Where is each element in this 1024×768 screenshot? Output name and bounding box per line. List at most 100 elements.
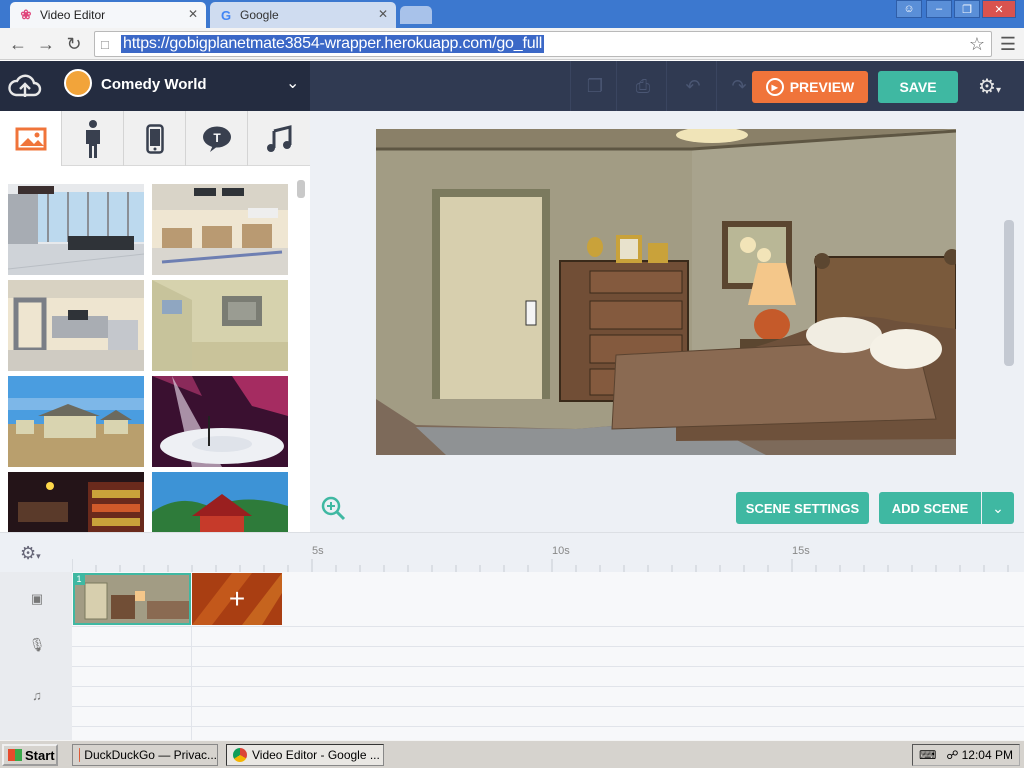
stage-scrollbar[interactable] bbox=[1004, 120, 1014, 530]
taskbar-item[interactable]: DuckDuckGo — Privac... bbox=[72, 744, 218, 766]
address-bar[interactable]: □ https://gobigplanetmate3854-wrapper.he… bbox=[94, 31, 992, 57]
network-icon[interactable]: ☍ bbox=[946, 748, 958, 762]
tick-label: 15s bbox=[792, 545, 810, 557]
tab-props[interactable] bbox=[124, 111, 186, 166]
track-divider bbox=[72, 646, 1024, 647]
timeline-tracks: ▣ 🎙 ♫ 1 + bbox=[0, 572, 1024, 740]
track-divider bbox=[72, 726, 1024, 727]
redo-icon[interactable]: ↷ bbox=[726, 73, 752, 99]
add-scene-button[interactable]: ADD SCENE bbox=[879, 492, 981, 524]
start-button[interactable]: Start bbox=[2, 744, 58, 766]
library-scrollbar[interactable] bbox=[296, 180, 306, 530]
paste-icon[interactable]: ⎙ bbox=[630, 73, 656, 99]
character-icon bbox=[85, 119, 100, 158]
music-icon bbox=[267, 124, 292, 152]
track-divider bbox=[191, 626, 192, 740]
save-button[interactable]: SAVE bbox=[878, 71, 958, 103]
back-icon[interactable]: ← bbox=[6, 32, 30, 56]
forward-icon[interactable]: → bbox=[34, 32, 58, 56]
time-ruler[interactable] bbox=[72, 533, 1024, 573]
copy-icon[interactable]: ❐ bbox=[582, 73, 608, 99]
tab-video-editor[interactable]: ❀ Video Editor ✕ bbox=[10, 2, 206, 28]
music-icon: ♫ bbox=[32, 687, 42, 703]
close-tab-icon[interactable]: ✕ bbox=[378, 7, 388, 21]
background-thumbnail[interactable] bbox=[152, 280, 288, 371]
zoom-in-icon[interactable] bbox=[320, 495, 346, 521]
minimize-icon[interactable]: – bbox=[926, 0, 952, 18]
background-thumbnail[interactable] bbox=[152, 184, 288, 275]
tick-label: 5s bbox=[312, 545, 324, 557]
video-editor-favicon: ❀ bbox=[20, 7, 32, 22]
tab-backgrounds[interactable] bbox=[0, 111, 62, 166]
track-divider bbox=[72, 666, 1024, 667]
settings-gear-icon[interactable]: ⚙▾ bbox=[978, 74, 1001, 99]
browser-menu-icon[interactable]: ☰ bbox=[1000, 34, 1016, 55]
character-avatar-icon[interactable] bbox=[64, 69, 92, 97]
taskbar-item-label: Video Editor - Google ... bbox=[252, 748, 380, 762]
preview-label: PREVIEW bbox=[789, 79, 855, 95]
backgrounds-grid bbox=[0, 166, 310, 532]
phone-icon bbox=[145, 123, 164, 154]
track-divider bbox=[72, 706, 1024, 707]
tab-characters[interactable] bbox=[62, 111, 124, 166]
keyboard-icon[interactable]: ⌨ bbox=[919, 748, 936, 762]
start-label: Start bbox=[25, 747, 55, 763]
plus-icon: + bbox=[228, 583, 246, 614]
os-taskbar: Start DuckDuckGo — Privac... Video Edito… bbox=[0, 740, 1024, 768]
taskbar-item-active[interactable]: Video Editor - Google ... bbox=[226, 744, 384, 766]
text-bubble-icon: T bbox=[202, 126, 231, 152]
clock[interactable]: 12:04 PM bbox=[962, 748, 1013, 762]
background-thumbnail[interactable] bbox=[8, 280, 144, 371]
user-icon[interactable]: ☺ bbox=[896, 0, 922, 18]
background-thumbnail[interactable] bbox=[8, 472, 144, 532]
track-divider bbox=[72, 686, 1024, 687]
scene-settings-button[interactable]: SCENE SETTINGS bbox=[736, 492, 869, 524]
google-favicon: G bbox=[220, 7, 232, 23]
camera-icon: ▣ bbox=[30, 591, 44, 606]
background-thumbnail[interactable] bbox=[152, 376, 288, 467]
system-tray: ⌨ ☍ 12:04 PM bbox=[912, 744, 1020, 766]
divider bbox=[716, 61, 717, 111]
tab-title: Video Editor bbox=[40, 8, 106, 22]
background-thumbnail[interactable] bbox=[152, 472, 288, 532]
project-header: Comedy World ⌄ bbox=[0, 61, 310, 111]
scene-canvas[interactable] bbox=[376, 129, 956, 455]
editor-topbar: Comedy World ⌄ ❐ ⎙ ↶ ↷ ▶ PREVIEW SAVE ⚙▾ bbox=[0, 61, 1024, 111]
timeline-header: ⚙▾ 5s 10s 15s bbox=[0, 532, 1024, 573]
divider bbox=[570, 61, 571, 111]
cloud-upload-icon[interactable] bbox=[8, 71, 42, 101]
scene-number-badge: 1 bbox=[73, 573, 85, 585]
project-title[interactable]: Comedy World bbox=[101, 76, 207, 93]
play-icon: ▶ bbox=[765, 78, 784, 96]
restore-icon[interactable]: ❐ bbox=[954, 0, 980, 18]
close-window-icon[interactable]: ✕ bbox=[982, 0, 1016, 18]
url-text[interactable]: https://gobigplanetmate3854-wrapper.hero… bbox=[121, 35, 545, 53]
tab-music[interactable] bbox=[248, 111, 310, 166]
tab-title: Google bbox=[240, 8, 279, 22]
chevron-down-icon[interactable]: ⌄ bbox=[286, 73, 299, 93]
background-thumbnail[interactable] bbox=[8, 184, 144, 275]
undo-icon[interactable]: ↶ bbox=[680, 73, 706, 99]
add-clip-button[interactable]: + bbox=[192, 573, 282, 625]
browser-toolbar: ← → ↻ □ https://gobigplanetmate3854-wrap… bbox=[0, 28, 1024, 60]
browser-titlebar: ❀ Video Editor ✕ G Google ✕ ☺ – ❐ ✕ bbox=[0, 0, 1024, 28]
image-icon bbox=[15, 127, 46, 150]
new-tab-button[interactable] bbox=[400, 6, 432, 24]
divider bbox=[616, 61, 617, 111]
library-tabs: T bbox=[0, 111, 310, 166]
preview-button[interactable]: ▶ PREVIEW bbox=[752, 71, 868, 103]
background-thumbnail[interactable] bbox=[8, 376, 144, 467]
bookmark-star-icon[interactable]: ☆ bbox=[969, 34, 985, 55]
windows-logo-icon bbox=[8, 749, 22, 761]
scene-clip[interactable] bbox=[73, 573, 191, 625]
divider bbox=[666, 61, 667, 111]
reload-icon[interactable]: ↻ bbox=[62, 32, 86, 56]
tick-label: 10s bbox=[552, 545, 570, 557]
tab-text[interactable]: T bbox=[186, 111, 248, 166]
page-icon: □ bbox=[101, 36, 109, 52]
add-scene-dropdown-icon[interactable]: ⌄ bbox=[982, 492, 1014, 524]
mic-icon: 🎙 bbox=[28, 637, 46, 652]
timeline-settings-gear-icon[interactable]: ⚙▾ bbox=[20, 543, 41, 564]
close-tab-icon[interactable]: ✕ bbox=[188, 7, 198, 21]
tab-google[interactable]: G Google ✕ bbox=[210, 2, 396, 28]
